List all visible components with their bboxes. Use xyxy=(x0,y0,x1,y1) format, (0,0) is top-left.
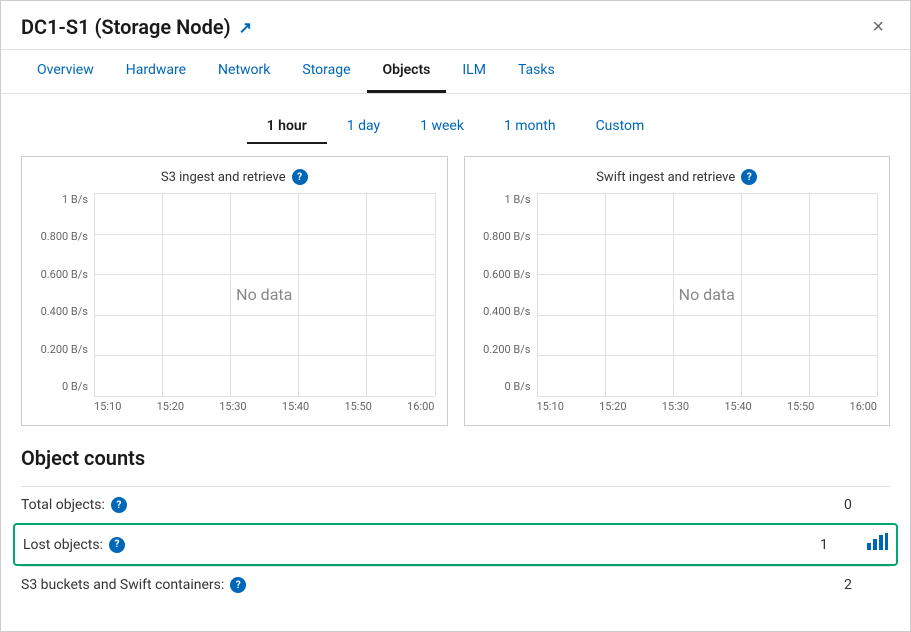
lost-objects-chart-icon[interactable] xyxy=(866,533,888,556)
s3-chart-title: S3 ingest and retrieve ? xyxy=(34,169,435,185)
swift-y-axis: 1 B/s 0.800 B/s 0.600 B/s 0.400 B/s 0.20… xyxy=(477,193,537,413)
time-tab-1day[interactable]: 1 day xyxy=(327,110,400,144)
swift-chart-plot: No data 15:10 15:20 15:30 15:40 15:50 16… xyxy=(537,193,878,413)
object-counts-section: Object counts Total objects: ? 0 Lost ob… xyxy=(21,446,890,603)
tab-objects[interactable]: Objects xyxy=(367,50,447,93)
s3-x-axis: 15:10 15:20 15:30 15:40 15:50 16:00 xyxy=(94,396,435,413)
title-text: DC1-S1 (Storage Node) xyxy=(21,15,231,39)
total-objects-help-icon[interactable]: ? xyxy=(111,497,127,513)
s3-buckets-row: S3 buckets and Swift containers: ? 2 xyxy=(21,566,890,603)
modal-window: DC1-S1 (Storage Node) ↗ × Overview Hardw… xyxy=(0,0,911,632)
total-objects-value: 0 xyxy=(844,497,874,513)
swift-chart-title: Swift ingest and retrieve ? xyxy=(477,169,878,185)
charts-row: S3 ingest and retrieve ? 1 B/s 0.800 B/s… xyxy=(21,156,890,426)
s3-buckets-value: 2 xyxy=(844,577,874,593)
tab-network[interactable]: Network xyxy=(202,50,286,93)
lost-objects-label: Lost objects: ? xyxy=(23,537,820,553)
swift-help-icon[interactable]: ? xyxy=(741,169,757,185)
tab-storage[interactable]: Storage xyxy=(286,50,366,93)
time-tab-1hour[interactable]: 1 hour xyxy=(247,110,327,144)
s3-no-data: No data xyxy=(236,285,292,304)
s3-y-axis: 1 B/s 0.800 B/s 0.600 B/s 0.400 B/s 0.20… xyxy=(34,193,94,413)
lost-objects-value: 1 xyxy=(820,537,850,553)
external-link-icon[interactable]: ↗ xyxy=(239,18,252,37)
content-area: 1 hour 1 day 1 week 1 month Custom S3 in… xyxy=(1,94,910,631)
time-tab-custom[interactable]: Custom xyxy=(576,110,665,144)
swift-x-axis: 15:10 15:20 15:30 15:40 15:50 16:00 xyxy=(537,396,878,413)
data-rows: Total objects: ? 0 Lost objects: ? 1 xyxy=(21,486,890,603)
tab-hardware[interactable]: Hardware xyxy=(110,50,202,93)
lost-objects-row: Lost objects: ? 1 xyxy=(13,523,898,566)
swift-grid-area: No data xyxy=(537,193,878,396)
tab-overview[interactable]: Overview xyxy=(21,50,110,93)
close-button[interactable]: × xyxy=(866,15,890,39)
swift-no-data: No data xyxy=(679,285,735,304)
tab-tasks[interactable]: Tasks xyxy=(502,50,571,93)
s3-buckets-label: S3 buckets and Swift containers: ? xyxy=(21,577,844,593)
swift-chart-area: 1 B/s 0.800 B/s 0.600 B/s 0.400 B/s 0.20… xyxy=(477,193,878,413)
total-objects-label: Total objects: ? xyxy=(21,497,844,513)
time-tabs: 1 hour 1 day 1 week 1 month Custom xyxy=(21,94,890,156)
swift-chart: Swift ingest and retrieve ? 1 B/s 0.800 … xyxy=(464,156,891,426)
time-tab-1week[interactable]: 1 week xyxy=(400,110,484,144)
s3-chart: S3 ingest and retrieve ? 1 B/s 0.800 B/s… xyxy=(21,156,448,426)
s3-chart-area: 1 B/s 0.800 B/s 0.600 B/s 0.400 B/s 0.20… xyxy=(34,193,435,413)
s3-help-icon[interactable]: ? xyxy=(292,169,308,185)
modal-title: DC1-S1 (Storage Node) ↗ xyxy=(21,15,252,39)
s3-chart-plot: No data 15:10 15:20 15:30 15:40 15:50 16… xyxy=(94,193,435,413)
modal-header: DC1-S1 (Storage Node) ↗ × xyxy=(1,1,910,50)
s3-buckets-help-icon[interactable]: ? xyxy=(230,577,246,593)
object-counts-title: Object counts xyxy=(21,446,890,470)
tab-ilm[interactable]: ILM xyxy=(446,50,502,93)
nav-tabs: Overview Hardware Network Storage Object… xyxy=(1,50,910,94)
s3-grid-area: No data xyxy=(94,193,435,396)
total-objects-row: Total objects: ? 0 xyxy=(21,486,890,523)
lost-objects-help-icon[interactable]: ? xyxy=(109,537,125,553)
time-tab-1month[interactable]: 1 month xyxy=(484,110,576,144)
